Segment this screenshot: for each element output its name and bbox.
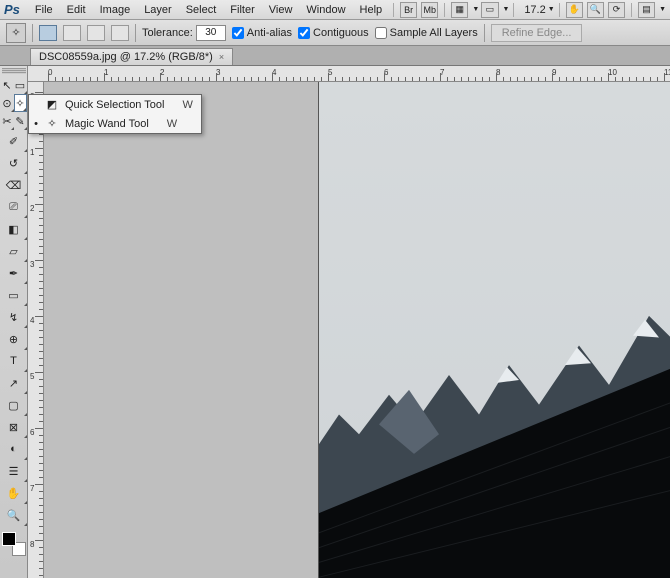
tool-15[interactable]: ☰: [1, 460, 27, 482]
sample-all-checkbox[interactable]: Sample All Layers: [375, 27, 478, 39]
move-tool[interactable]: ↖: [1, 76, 14, 94]
separator: [631, 3, 632, 17]
tool-10[interactable]: T: [1, 350, 27, 372]
antialias-checkbox[interactable]: Anti-alias: [232, 27, 292, 39]
minibridge-button[interactable]: Mb: [421, 2, 438, 18]
menu-window[interactable]: Window: [299, 0, 352, 20]
separator: [135, 24, 136, 42]
separator: [559, 3, 560, 17]
tool-16[interactable]: ✋: [1, 482, 27, 504]
tool-9[interactable]: ⊕: [1, 328, 27, 350]
app-logo: Ps: [4, 2, 20, 17]
screenmode-button[interactable]: ▭: [481, 2, 498, 18]
document-tab[interactable]: DSC08559a.jpg @ 17.2% (RGB/8*) ×: [30, 48, 233, 65]
tool-14[interactable]: ◐: [1, 438, 27, 460]
zoom-value[interactable]: 17.2: [524, 4, 545, 16]
separator: [32, 24, 33, 42]
dropdown-arrow-icon[interactable]: ▼: [472, 6, 479, 13]
viewextras-button[interactable]: ▦: [451, 2, 468, 18]
marquee-tool[interactable]: ▭: [14, 76, 27, 94]
tolerance-input[interactable]: [196, 25, 226, 41]
tab-title: DSC08559a.jpg @ 17.2% (RGB/8*): [39, 51, 213, 63]
tool-7[interactable]: ▭: [1, 284, 27, 306]
bridge-button[interactable]: Br: [400, 2, 417, 18]
tool-17[interactable]: 🔍: [1, 504, 27, 526]
canvas-viewport[interactable]: [44, 82, 670, 578]
tool-3[interactable]: ⎚: [1, 196, 27, 218]
magic-wand-icon: ✧: [45, 117, 59, 130]
menu-image[interactable]: Image: [93, 0, 138, 20]
vertical-ruler[interactable]: 012345678: [28, 82, 44, 578]
separator: [444, 3, 445, 17]
eyedropper-tool[interactable]: ✎: [14, 112, 27, 130]
horizontal-ruler[interactable]: 01234567891011: [28, 66, 670, 82]
dropdown-arrow-icon[interactable]: ▼: [503, 6, 510, 13]
flyout-label: Magic Wand Tool: [65, 118, 149, 130]
flyout-shortcut: W: [182, 99, 192, 111]
rotate-button[interactable]: ⟳: [608, 2, 625, 18]
crop-tool[interactable]: ✂: [1, 112, 14, 130]
dropdown-arrow-icon[interactable]: ▼: [659, 6, 666, 13]
selection-new-button[interactable]: [39, 25, 57, 41]
current-tool-icon[interactable]: ✧: [6, 23, 26, 43]
tool-4[interactable]: ◧: [1, 218, 27, 240]
tool-2[interactable]: ⌫: [1, 174, 27, 196]
menu-layer[interactable]: Layer: [137, 0, 179, 20]
tool-13[interactable]: ⊠: [1, 416, 27, 438]
quick-selection-icon: ◩: [45, 98, 59, 111]
separator: [393, 3, 394, 17]
tool-6[interactable]: ✒: [1, 262, 27, 284]
tool-12[interactable]: ▢: [1, 394, 27, 416]
foreground-swatch[interactable]: [2, 532, 16, 546]
tool-1[interactable]: ↺: [1, 152, 27, 174]
color-swatches[interactable]: [2, 532, 26, 556]
magic-wand-tool[interactable]: ✧: [14, 94, 27, 112]
panel-grip[interactable]: [2, 68, 26, 74]
flyout-label: Quick Selection Tool: [65, 99, 164, 111]
separator: [484, 24, 485, 42]
close-icon[interactable]: ×: [219, 52, 224, 62]
tolerance-label: Tolerance:: [142, 25, 226, 41]
lasso-tool[interactable]: ⊙: [1, 94, 14, 112]
selection-add-button[interactable]: [63, 25, 81, 41]
tool-panel: ↖ ▭ ⊙ ✧ ✂ ✎ ✐↺⌫⎚◧▱✒▭↯⊕T↗▢⊠◐☰✋🔍: [0, 66, 28, 578]
hand-button[interactable]: ✋: [566, 2, 583, 18]
menu-filter[interactable]: Filter: [223, 0, 261, 20]
work-area: ↖ ▭ ⊙ ✧ ✂ ✎ ✐↺⌫⎚◧▱✒▭↯⊕T↗▢⊠◐☰✋🔍 ◩ Quick S…: [0, 66, 670, 578]
tool-8[interactable]: ↯: [1, 306, 27, 328]
menu-help[interactable]: Help: [353, 0, 390, 20]
zoom-button[interactable]: 🔍: [587, 2, 604, 18]
menu-edit[interactable]: Edit: [60, 0, 93, 20]
contiguous-checkbox[interactable]: Contiguous: [298, 27, 369, 39]
flyout-magic-wand[interactable]: • ✧ Magic Wand Tool W: [29, 114, 201, 133]
refine-edge-button[interactable]: Refine Edge...: [491, 24, 583, 42]
selection-subtract-button[interactable]: [87, 25, 105, 41]
selection-intersect-button[interactable]: [111, 25, 129, 41]
document-tabs: DSC08559a.jpg @ 17.2% (RGB/8*) ×: [0, 46, 670, 66]
flyout-quick-selection[interactable]: ◩ Quick Selection Tool W: [29, 95, 201, 114]
flyout-indicator-icon: [24, 523, 27, 526]
dropdown-arrow-icon[interactable]: ▼: [548, 6, 555, 13]
menu-file[interactable]: File: [28, 0, 60, 20]
tool-5[interactable]: ▱: [1, 240, 27, 262]
tool-11[interactable]: ↗: [1, 372, 27, 394]
arrange-button[interactable]: ▤: [638, 2, 655, 18]
flyout-shortcut: W: [167, 118, 177, 130]
menu-view[interactable]: View: [262, 0, 300, 20]
image-content: [319, 306, 670, 578]
options-bar: ✧ Tolerance: Anti-alias Contiguous Sampl…: [0, 20, 670, 46]
menu-bar: Ps File Edit Image Layer Select Filter V…: [0, 0, 670, 20]
menu-select[interactable]: Select: [179, 0, 224, 20]
separator: [513, 3, 514, 17]
tool-flyout: ◩ Quick Selection Tool W • ✧ Magic Wand …: [28, 94, 202, 134]
flyout-indicator-icon: [23, 108, 26, 111]
tool-0[interactable]: ✐: [1, 130, 27, 152]
document-canvas[interactable]: [319, 82, 670, 578]
